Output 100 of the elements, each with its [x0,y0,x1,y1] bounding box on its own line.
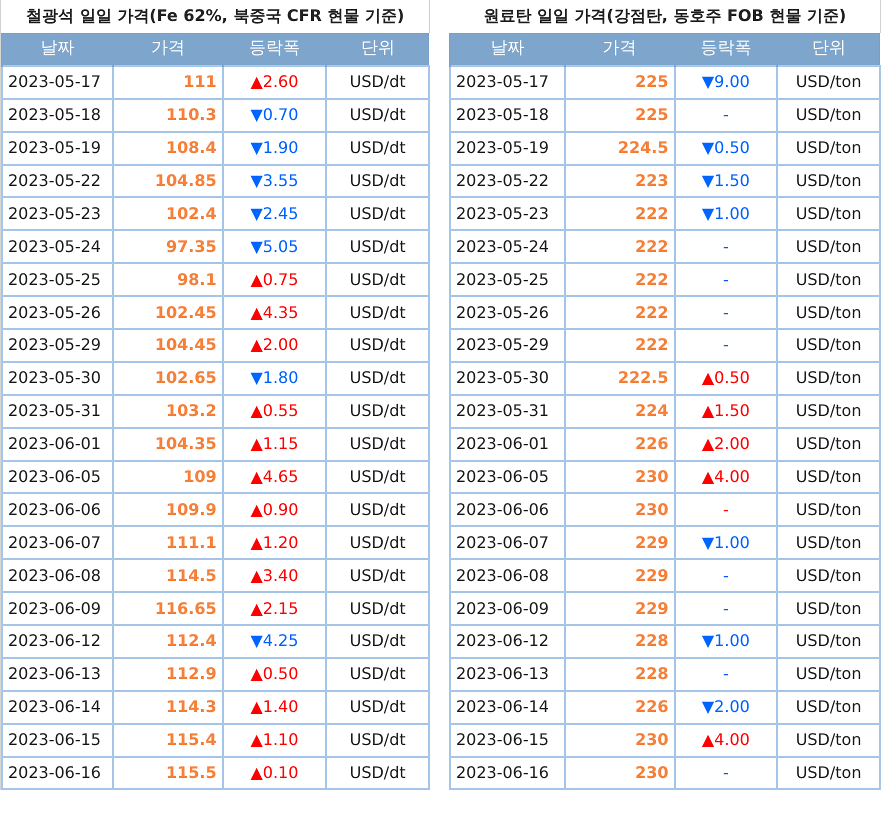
change-cell: ▲4.65 [222,460,326,494]
price-cell: 225 [564,98,675,132]
price-cell: 108.4 [112,132,223,165]
price-cell: 230 [564,460,675,494]
change-cell: ▲2.00 [674,428,778,461]
change-cell: ▲4.00 [674,460,778,494]
price-cell: 115.4 [112,724,223,757]
unit-cell: USD/dt [326,756,429,790]
price-cell: 225 [564,66,675,99]
price-cell: 97.35 [112,230,223,264]
change-cell: - [674,98,778,132]
price-cell: 223 [564,164,675,198]
change-cell: - [674,296,778,330]
date-cell: 2023-05-26 [2,296,113,330]
price-cell: 116.65 [112,592,223,626]
unit-cell: USD/ton [777,756,880,790]
price-cell: 222.5 [564,362,675,395]
unit-cell: USD/ton [777,724,880,757]
change-cell: ▲2.60 [222,66,326,99]
date-cell: 2023-06-08 [2,559,113,592]
date-cell: 2023-05-25 [450,263,565,296]
change-cell: ▼4.25 [222,625,326,658]
unit-cell: USD/ton [777,66,880,99]
unit-cell: USD/dt [326,132,429,165]
change-cell: ▼1.90 [222,132,326,165]
change-cell: - [674,329,778,362]
change-cell: - [674,592,778,626]
change-cell: - [674,756,778,790]
unit-cell: USD/dt [326,428,429,461]
date-cell: 2023-05-19 [450,132,565,165]
change-cell: ▼3.55 [222,164,326,198]
date-cell: 2023-05-22 [450,164,565,198]
price-cell: 102.45 [112,296,223,330]
change-cell: - [674,559,778,592]
change-cell: ▲1.50 [674,394,778,428]
change-cell: ▲1.15 [222,428,326,461]
unit-cell: USD/dt [326,460,429,494]
unit-cell: USD/ton [777,132,880,165]
unit-cell: USD/dt [326,724,429,757]
change-cell: ▲3.40 [222,559,326,592]
price-cell: 104.35 [112,428,223,461]
date-cell: 2023-06-01 [2,428,113,461]
change-cell: ▲1.10 [222,724,326,757]
date-cell: 2023-06-16 [2,756,113,790]
column-header: 단위 [777,32,880,66]
date-cell: 2023-06-13 [2,658,113,691]
unit-cell: USD/ton [777,197,880,230]
change-cell: ▲2.15 [222,592,326,626]
price-cell: 222 [564,230,675,264]
date-cell: 2023-06-06 [450,493,565,526]
unit-cell: USD/ton [777,164,880,198]
unit-cell: USD/ton [777,625,880,658]
unit-cell: USD/dt [326,329,429,362]
date-cell: 2023-05-24 [2,230,113,264]
change-cell: ▲0.10 [222,756,326,790]
unit-cell: USD/dt [326,197,429,230]
unit-cell: USD/dt [326,394,429,428]
date-cell: 2023-05-23 [2,197,113,230]
change-cell: ▲4.00 [674,724,778,757]
date-cell: 2023-05-31 [450,394,565,428]
price-cell: 111 [112,66,223,99]
price-cell: 222 [564,329,675,362]
column-header: 단위 [326,32,429,66]
price-cell: 114.5 [112,559,223,592]
date-cell: 2023-05-24 [450,230,565,264]
change-cell: ▲0.75 [222,263,326,296]
change-cell: ▼1.50 [674,164,778,198]
price-cell: 230 [564,724,675,757]
change-cell: ▲4.35 [222,296,326,330]
unit-cell: USD/dt [326,362,429,395]
change-cell: ▲2.00 [222,329,326,362]
unit-cell: USD/dt [326,164,429,198]
column-header: 등락폭 [222,32,326,66]
unit-cell: USD/dt [326,526,429,560]
unit-cell: USD/dt [326,230,429,264]
date-cell: 2023-05-29 [450,329,565,362]
date-cell: 2023-06-12 [2,625,113,658]
price-cell: 109.9 [112,493,223,526]
date-cell: 2023-05-19 [2,132,113,165]
date-cell: 2023-06-05 [2,460,113,494]
price-cell: 224.5 [564,132,675,165]
date-cell: 2023-05-26 [450,296,565,330]
unit-cell: USD/dt [326,559,429,592]
change-cell: ▼2.00 [674,690,778,724]
unit-cell: USD/ton [777,263,880,296]
price-cell: 114.3 [112,690,223,724]
price-cell: 226 [564,690,675,724]
unit-cell: USD/dt [326,658,429,691]
date-cell: 2023-05-30 [2,362,113,395]
unit-cell: USD/dt [326,625,429,658]
change-cell: ▲0.50 [222,658,326,691]
unit-cell: USD/ton [777,658,880,691]
unit-cell: USD/dt [326,690,429,724]
change-cell: ▼1.00 [674,526,778,560]
unit-cell: USD/dt [326,493,429,526]
date-cell: 2023-06-14 [450,690,565,724]
change-cell: ▼1.00 [674,625,778,658]
date-cell: 2023-06-06 [2,493,113,526]
date-cell: 2023-05-31 [2,394,113,428]
price-cell: 222 [564,296,675,330]
